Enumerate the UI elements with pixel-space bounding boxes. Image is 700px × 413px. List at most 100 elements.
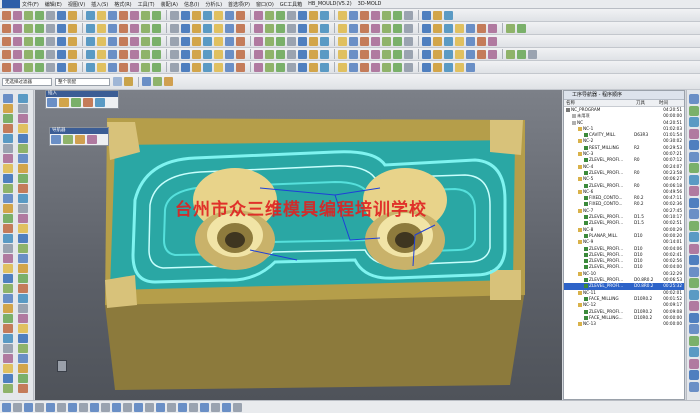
view-tool-icon[interactable] (189, 402, 198, 412)
toolbar-button-icon[interactable] (309, 36, 318, 46)
resource-tab-icon[interactable] (689, 335, 699, 346)
toolbar-button-icon[interactable] (254, 36, 263, 46)
menu-hb-mould[interactable]: HB_MOULD(V5.2) (308, 1, 352, 7)
toolbar-button-icon[interactable] (203, 62, 212, 72)
resource-tab-icon[interactable] (689, 324, 699, 334)
toolbar-button-icon[interactable] (181, 36, 190, 46)
resource-tab-icon[interactable] (689, 266, 699, 277)
insert-palette[interactable]: 插入 (45, 90, 119, 109)
toolbar-button-icon[interactable] (422, 62, 431, 72)
sketch-tool-icon[interactable] (18, 254, 28, 263)
toolbar-button-icon[interactable] (404, 23, 413, 33)
resource-tab-icon[interactable] (689, 220, 699, 231)
toolbar-button-icon[interactable] (265, 36, 274, 46)
sketch-tool-icon[interactable] (18, 374, 28, 383)
toolbar-button-icon[interactable] (13, 49, 22, 59)
graphics-viewport[interactable]: 台州市众三维模具编程培训学校 插入 导航器 (35, 90, 562, 400)
menu-window[interactable]: 窗口(O) (256, 1, 274, 8)
toolbar-button-icon[interactable] (276, 36, 285, 46)
sketch-tool-icon[interactable] (3, 334, 13, 343)
toolbar-button-icon[interactable] (214, 10, 223, 20)
toolbar-button-icon[interactable] (13, 36, 22, 46)
toolbar-button-icon[interactable] (108, 62, 117, 72)
toolbar-button-icon[interactable] (119, 49, 128, 59)
toolbar-button-icon[interactable] (86, 10, 95, 20)
toolbar-button-icon[interactable] (320, 62, 329, 72)
toolbar-button-icon[interactable] (455, 23, 464, 33)
create-method-icon[interactable] (83, 98, 93, 107)
toolbar-button-icon[interactable] (236, 62, 245, 72)
toolbar-button-icon[interactable] (130, 23, 139, 33)
toolbar-button-icon[interactable] (192, 62, 201, 72)
column-tool[interactable]: 刀具 (634, 100, 657, 106)
toolbar-button-icon[interactable] (444, 23, 453, 33)
toolbar-button-icon[interactable] (130, 62, 139, 72)
resource-tab-icon[interactable] (689, 278, 699, 288)
toolbar-button-icon[interactable] (152, 62, 161, 72)
sketch-tool-icon[interactable] (18, 134, 28, 143)
toolbar-button-icon[interactable] (214, 62, 223, 72)
sketch-tool-icon[interactable] (18, 114, 28, 123)
toolbar-button-icon[interactable] (466, 23, 475, 33)
toolbar-button-icon[interactable] (320, 10, 329, 20)
sketch-tool-icon[interactable] (3, 154, 13, 163)
resource-tab-icon[interactable] (689, 312, 699, 323)
toolbar-button-icon[interactable] (276, 23, 285, 33)
sketch-tool-icon[interactable] (18, 304, 28, 313)
toolbar-button-icon[interactable] (298, 23, 307, 33)
sketch-tool-icon[interactable] (18, 364, 28, 373)
navigator-row[interactable]: NC-13 00:00:00 (564, 321, 684, 327)
sketch-tool-icon[interactable] (18, 94, 28, 103)
menu-format[interactable]: 格式(R) (114, 1, 131, 8)
toolbar-button-icon[interactable] (338, 62, 347, 72)
toolbar-button-icon[interactable] (68, 36, 77, 46)
create-geometry-icon[interactable] (71, 98, 81, 107)
curve-icon[interactable] (153, 77, 162, 86)
toolbar-button-icon[interactable] (170, 36, 179, 46)
toolbar-button-icon[interactable] (422, 36, 431, 46)
toolbar-button-icon[interactable] (46, 62, 55, 72)
toolbar-button-icon[interactable] (488, 49, 497, 59)
sketch-tool-icon[interactable] (3, 274, 13, 283)
sketch-tool-icon[interactable] (18, 164, 28, 173)
toolbar-button-icon[interactable] (455, 62, 464, 72)
snap-icon[interactable] (124, 77, 133, 86)
toolbar-button-icon[interactable] (86, 36, 95, 46)
sketch-tool-icon[interactable] (3, 184, 13, 193)
toolbar-button-icon[interactable] (287, 10, 296, 20)
sketch-tool-icon[interactable] (18, 124, 28, 133)
view-tool-icon[interactable] (35, 402, 44, 412)
view-tool-icon[interactable] (57, 402, 66, 412)
toolbar-button-icon[interactable] (309, 23, 318, 33)
toolbar-button-icon[interactable] (46, 23, 55, 33)
resource-tab-icon[interactable] (689, 289, 699, 300)
toolbar-button-icon[interactable] (97, 49, 106, 59)
toolbar-button-icon[interactable] (382, 10, 391, 20)
view-tool-icon[interactable] (2, 402, 11, 412)
toolbar-button-icon[interactable] (86, 49, 95, 59)
toolbar-button-icon[interactable] (236, 36, 245, 46)
toolbar-button-icon[interactable] (349, 62, 358, 72)
machine-tool-view-icon[interactable] (63, 135, 73, 144)
sketch-tool-icon[interactable] (3, 264, 13, 273)
resource-tab-icon[interactable] (689, 347, 699, 357)
resource-tab-icon[interactable] (689, 301, 699, 311)
toolbar-button-icon[interactable] (404, 49, 413, 59)
toolbar-button-icon[interactable] (265, 23, 274, 33)
view-tool-icon[interactable] (68, 402, 77, 412)
toolbar-button-icon[interactable] (225, 23, 234, 33)
toolbar-button-icon[interactable] (108, 36, 117, 46)
toolbar-button-icon[interactable] (517, 49, 526, 59)
toolbar-button-icon[interactable] (181, 10, 190, 20)
toolbar-button-icon[interactable] (477, 49, 486, 59)
toolbar-button-icon[interactable] (141, 49, 150, 59)
toolbar-button-icon[interactable] (225, 62, 234, 72)
toolbar-button-icon[interactable] (68, 23, 77, 33)
toolbar-button-icon[interactable] (2, 36, 11, 46)
toolbar-button-icon[interactable] (287, 49, 296, 59)
toolbar-button-icon[interactable] (393, 23, 402, 33)
toolbar-button-icon[interactable] (433, 23, 442, 33)
view-tool-icon[interactable] (156, 402, 165, 412)
program-order-view-icon[interactable] (51, 135, 61, 144)
create-tool-icon[interactable] (59, 98, 69, 107)
